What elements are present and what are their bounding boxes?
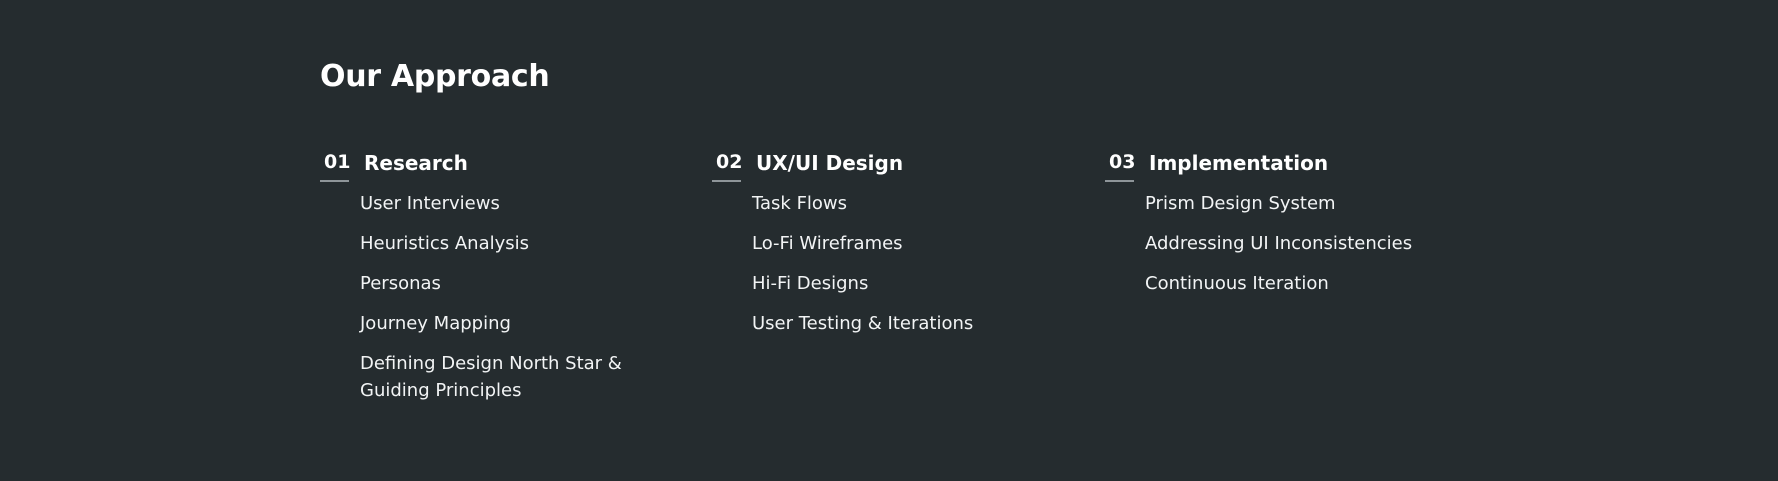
list-item: Personas xyxy=(360,273,441,294)
approach-column-research: 01 Research User Interviews Heuristics A… xyxy=(320,150,700,401)
approach-column-implementation: 03 Implementation Prism Design System Ad… xyxy=(1105,150,1485,294)
step-number-underline xyxy=(712,180,741,182)
approach-column-ux-ui-design: 02 UX/UI Design Task Flows Lo-Fi Wirefra… xyxy=(712,150,1092,334)
list-item: Task Flows xyxy=(752,193,848,214)
column-item-list: Task Flows Lo-Fi Wireframes Hi-Fi Design… xyxy=(752,190,1042,350)
column-header: 02 UX/UI Design xyxy=(712,150,1092,184)
list-item: Journey Mapping xyxy=(360,313,511,334)
list-item: User Testing & Iterations xyxy=(752,313,974,334)
list-item: Heuristics Analysis xyxy=(360,233,530,254)
step-number: 02 xyxy=(716,151,743,173)
list-item: Defining Design North Star & Guiding Pri… xyxy=(360,353,622,401)
step-number-underline xyxy=(320,180,349,182)
column-title: Research xyxy=(364,151,468,175)
step-number: 01 xyxy=(324,151,351,173)
step-number: 03 xyxy=(1109,151,1136,173)
column-item-list: User Interviews Heuristics Analysis Pers… xyxy=(360,190,650,417)
list-item: Continuous Iteration xyxy=(1145,273,1329,294)
list-item: Addressing UI Inconsistencies xyxy=(1145,233,1413,254)
list-item: Lo-Fi Wireframes xyxy=(752,233,903,254)
list-item: Prism Design System xyxy=(1145,193,1336,214)
section-title: Our Approach xyxy=(320,59,550,94)
column-title: UX/UI Design xyxy=(756,151,904,175)
column-header: 03 Implementation xyxy=(1105,150,1485,184)
column-item-list: Prism Design System Addressing UI Incons… xyxy=(1145,190,1435,310)
step-number-underline xyxy=(1105,180,1134,182)
list-item: User Interviews xyxy=(360,193,500,214)
column-title: Implementation xyxy=(1149,151,1329,175)
list-item: Hi-Fi Designs xyxy=(752,273,869,294)
column-header: 01 Research xyxy=(320,150,700,184)
our-approach-section: Our Approach 01 Research User Interviews… xyxy=(0,0,1778,481)
